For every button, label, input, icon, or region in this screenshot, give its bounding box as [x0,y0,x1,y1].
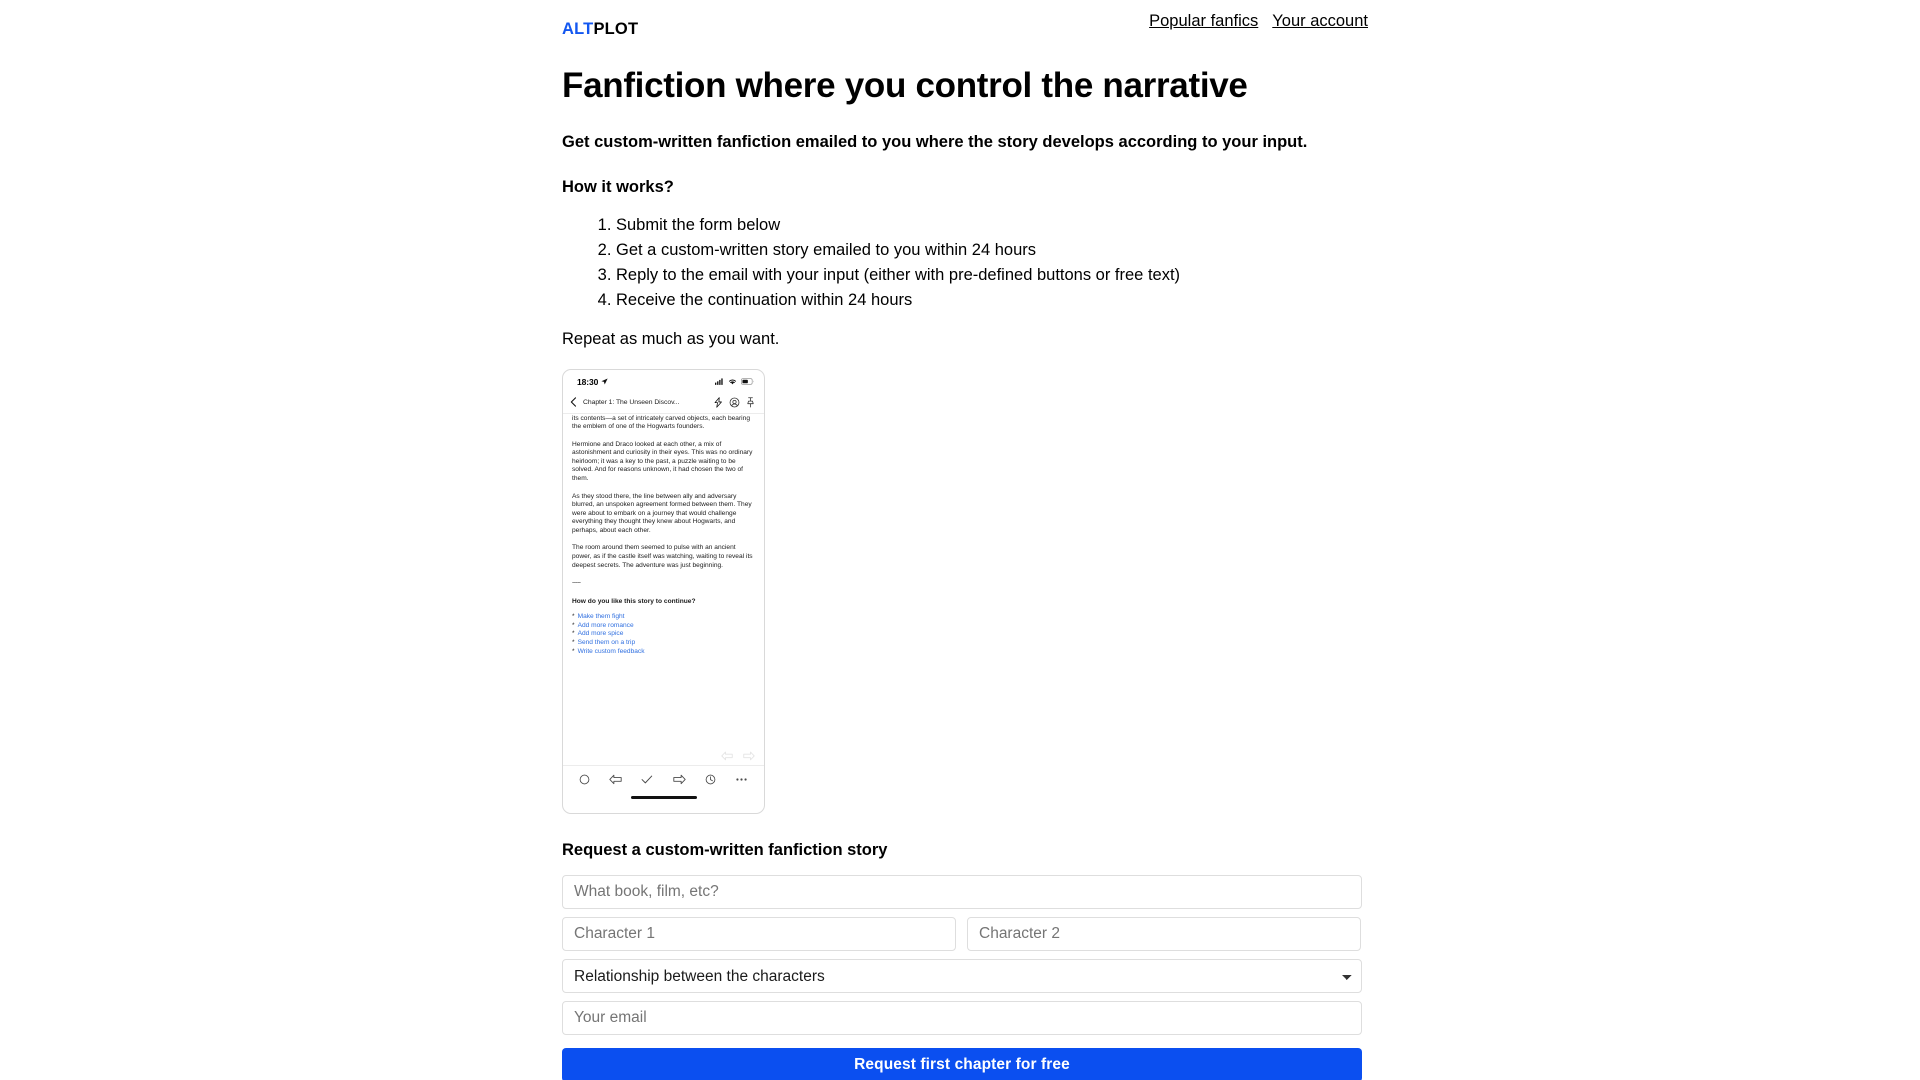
bullet-star: * [572,639,575,647]
phone-mail-header: Chapter 1: The Unseen Discov... [563,392,764,414]
character-fields-row [562,917,1362,952]
forward-arrow-icon[interactable] [743,751,755,761]
option-label: Add more spice [577,630,624,638]
request-story-form: Relationship between the characters Requ… [562,875,1362,1080]
bullet-star: * [572,613,575,621]
home-indicator-bar [630,795,697,799]
form-title: Request a custom-written fanfiction stor… [562,840,888,859]
check-icon[interactable] [641,774,653,785]
mail-paragraph: As they stood there, the line between al… [572,492,752,534]
wifi-icon [728,379,737,385]
clock-icon[interactable] [705,774,716,785]
list-item: Get a custom-written story emailed to yo… [616,238,1362,263]
status-bar-system-icons [715,378,754,386]
how-it-works-heading: How it works? [562,178,674,197]
request-first-chapter-button[interactable]: Request first chapter for free [562,1048,1362,1080]
status-bar-time-group: 18:30 [577,377,608,387]
main-content: ALTPLOT Fanfiction where you control the… [562,20,1362,1080]
chevron-left-icon[interactable] [570,397,577,407]
mail-continue-question: How do you like this story to continue? [572,597,696,605]
bullet-star: * [572,630,575,638]
pin-icon[interactable] [746,397,755,408]
page-title: Fanfiction where you control the narrati… [562,65,1248,105]
battery-icon [741,378,754,385]
list-item[interactable]: * Send them on a trip [572,639,755,648]
mail-paragraph: Hermione and Draco looked at each other,… [572,440,753,483]
relationship-select[interactable]: Relationship between the characters [562,959,1362,994]
reply-icon[interactable] [609,774,622,785]
list-item: Reply to the email with your input (eith… [616,263,1362,288]
option-label: Send them on a trip [577,639,636,647]
more-ellipsis-icon[interactable] [735,774,748,785]
phone-mockup-screenshot: 18:30 Chapter 1: The Unseen Discov... it… [562,368,765,814]
circle-icon[interactable] [579,774,590,785]
email-input[interactable] [562,1001,1362,1036]
page-root: Popular fanfics Your account ALTPLOT Fan… [0,0,1920,1080]
how-it-works-list: Submit the form below Get a custom-writt… [562,213,1362,313]
character-2-input[interactable] [967,917,1361,952]
option-label: Make them fight [577,613,625,621]
list-item: Receive the continuation within 24 hours [616,288,1362,313]
bullet-star: * [572,621,575,629]
mail-paragraph: The room around them seemed to pulse wit… [572,544,753,569]
repeat-note: Repeat as much as you want. [562,330,780,349]
aperture-circle-icon[interactable] [729,397,740,408]
phone-status-bar: 18:30 [563,370,764,392]
location-arrow-icon [601,378,608,385]
status-bar-time: 18:30 [577,376,599,387]
mail-paragraph: its contents—a set of intricately carved… [572,414,751,431]
work-input[interactable] [562,875,1362,910]
list-item[interactable]: * Write custom feedback [572,648,755,657]
logo-alt-text: ALT [562,20,594,38]
mail-reply-arrows [721,751,755,761]
cellular-signal-icon [715,378,723,386]
reply-arrow-icon[interactable] [721,751,733,761]
lightning-bolt-icon[interactable] [713,396,723,408]
character-1-input[interactable] [562,917,956,952]
mail-option-list: * Make them fight * Add more romance * Add … [572,613,755,656]
phone-bottom-toolbar [563,764,764,813]
list-item[interactable]: * Add more romance [572,622,755,631]
toolbar-icon-row [563,766,764,785]
logo-plot-text: PLOT [593,20,639,38]
list-item: Submit the form below [616,213,1362,238]
bullet-star: * [572,647,575,655]
mail-subject: Chapter 1: The Unseen Discov... [583,398,680,406]
list-item[interactable]: * Make them fight [572,613,755,622]
mail-divider: ----- [572,579,581,587]
site-logo[interactable]: ALTPLOT [562,20,1362,40]
list-item[interactable]: * Add more spice [572,630,755,639]
option-label: Add more romance [577,621,634,629]
forward-icon[interactable] [672,774,686,785]
hero-subtitle: Get custom-written fanfiction emailed to… [562,133,1308,152]
option-label: Write custom feedback [577,647,645,655]
phone-mail-body: its contents—a set of intricately carved… [563,414,764,766]
